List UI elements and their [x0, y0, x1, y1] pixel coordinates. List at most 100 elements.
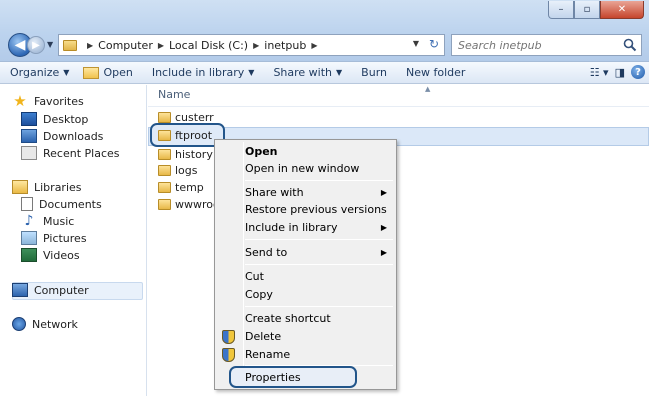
breadcrumb-separator-icon[interactable]: ▶	[253, 41, 259, 50]
menu-item-copy[interactable]: Copy	[245, 288, 273, 301]
submenu-arrow-icon: ▶	[380, 223, 387, 232]
folder-icon	[158, 130, 171, 141]
star-icon: ★	[13, 92, 27, 110]
folder-icon	[158, 149, 171, 160]
nav-item-downloads[interactable]: Downloads	[21, 129, 103, 143]
maximize-button[interactable]: ▫	[574, 1, 600, 19]
menu-item-create-shortcut[interactable]: Create shortcut	[245, 312, 331, 325]
folder-icon	[158, 182, 171, 193]
menu-separator	[245, 239, 393, 240]
nav-label: Computer	[34, 283, 89, 297]
folder-icon	[63, 39, 77, 51]
recent-places-icon	[21, 146, 37, 160]
libraries-icon	[12, 180, 28, 194]
breadcrumb-separator-icon[interactable]: ▶	[311, 41, 317, 50]
command-bar: Organize ▼ Open Include in library ▼ Share…	[0, 62, 649, 84]
menu-item-open[interactable]: Open	[245, 145, 278, 158]
chevron-down-icon: ▼	[336, 68, 343, 77]
close-button[interactable]: ✕	[600, 1, 644, 19]
share-with-button[interactable]: Share with ▼	[261, 66, 349, 79]
forward-arrow-icon: ▶	[32, 39, 40, 51]
folder-open-icon	[83, 66, 100, 79]
videos-icon	[21, 248, 37, 262]
nav-item-computer[interactable]: Computer	[12, 283, 89, 297]
nav-label: Network	[32, 317, 78, 331]
menu-item-delete[interactable]: Delete	[245, 330, 281, 343]
address-dropdown-icon[interactable]: ▼	[413, 39, 419, 48]
menu-separator	[245, 180, 393, 181]
menu-item-rename[interactable]: Rename	[245, 348, 290, 361]
file-item-logs[interactable]: logs	[158, 164, 198, 177]
menu-item-include-in-library[interactable]: Include in library	[245, 221, 337, 234]
file-item-ftproot[interactable]: ftproot	[158, 129, 212, 142]
search-icon[interactable]	[623, 38, 637, 52]
nav-label: Downloads	[43, 129, 104, 143]
file-item-history[interactable]: history	[158, 148, 213, 161]
organize-label: Organize	[10, 66, 60, 79]
include-in-library-label: Include in library	[151, 66, 245, 79]
breadcrumb-separator-icon[interactable]: ▶	[158, 41, 164, 50]
nav-item-documents[interactable]: Documents	[21, 197, 102, 211]
breadcrumb-local-disk[interactable]: Local Disk (C:)	[169, 39, 248, 52]
nav-item-music[interactable]: ♪ Music	[21, 214, 75, 228]
breadcrumb-computer[interactable]: Computer	[98, 39, 153, 52]
include-in-library-button[interactable]: Include in library ▼	[140, 66, 262, 79]
share-with-label: Share with	[273, 66, 333, 79]
menu-item-send-to[interactable]: Send to	[245, 246, 287, 259]
uac-shield-icon	[222, 330, 235, 344]
search-box[interactable]	[451, 34, 642, 56]
caption-buttons: – ▫ ✕	[548, 1, 644, 19]
minimize-button[interactable]: –	[548, 1, 574, 19]
file-name: temp	[175, 181, 204, 194]
chevron-down-icon: ▼	[248, 68, 255, 77]
help-icon[interactable]: ?	[631, 65, 645, 79]
chevron-down-icon: ▼	[63, 68, 70, 77]
file-name: logs	[175, 164, 198, 177]
breadcrumb-separator-icon[interactable]: ▶	[87, 41, 93, 50]
nav-item-pictures[interactable]: Pictures	[21, 231, 87, 245]
downloads-icon	[21, 129, 37, 143]
recent-pages-dropdown[interactable]: ▼	[47, 40, 53, 49]
pictures-icon	[21, 231, 37, 245]
menu-item-open-new-window[interactable]: Open in new window	[245, 162, 359, 175]
search-input[interactable]	[452, 35, 612, 55]
burn-button[interactable]: Burn	[349, 66, 394, 79]
address-bar[interactable]: ▶ Computer ▶ Local Disk (C:) ▶ inetpub ▶…	[58, 34, 445, 56]
menu-item-share-with[interactable]: Share with	[245, 186, 304, 199]
refresh-icon[interactable]: ↻	[429, 37, 439, 51]
nav-item-favorites[interactable]: ★ Favorites	[12, 92, 84, 110]
organize-button[interactable]: Organize ▼	[0, 66, 76, 79]
change-view-icon[interactable]: ☷ ▾	[590, 66, 609, 79]
submenu-arrow-icon: ▶	[380, 188, 387, 197]
forward-button[interactable]: ▶	[27, 36, 45, 54]
nav-item-network[interactable]: Network	[12, 317, 78, 331]
open-button[interactable]: Open	[76, 66, 139, 79]
submenu-arrow-icon: ▶	[380, 248, 387, 257]
nav-label: Music	[43, 214, 75, 228]
nav-label: Videos	[43, 248, 80, 262]
menu-item-cut[interactable]: Cut	[245, 270, 264, 283]
nav-label: Favorites	[34, 94, 84, 108]
new-folder-button[interactable]: New folder	[394, 66, 472, 79]
folder-icon	[158, 112, 171, 123]
preview-pane-icon[interactable]: ◨	[615, 66, 625, 79]
menu-gutter-divider	[243, 142, 244, 387]
documents-icon	[21, 197, 33, 211]
nav-label: Libraries	[34, 180, 82, 194]
computer-icon	[12, 283, 28, 297]
menu-item-properties[interactable]: Properties	[245, 371, 301, 384]
nav-item-libraries[interactable]: Libraries	[12, 180, 82, 194]
breadcrumb-inetpub[interactable]: inetpub	[264, 39, 306, 52]
view-controls: ☷ ▾ ◨ ?	[590, 65, 645, 79]
burn-label: Burn	[361, 66, 387, 79]
context-menu: Open Open in new window Share with ▶ Res…	[214, 139, 397, 390]
nav-item-recent-places[interactable]: Recent Places	[21, 146, 120, 160]
nav-item-desktop[interactable]: Desktop	[21, 112, 88, 126]
nav-item-videos[interactable]: Videos	[21, 248, 80, 262]
column-header-name[interactable]: Name	[158, 88, 190, 101]
file-item-temp[interactable]: temp	[158, 181, 204, 194]
menu-item-restore-previous-versions[interactable]: Restore previous versions	[245, 203, 387, 216]
open-label: Open	[103, 66, 133, 79]
uac-shield-icon	[222, 348, 235, 362]
desktop-icon	[21, 112, 37, 126]
